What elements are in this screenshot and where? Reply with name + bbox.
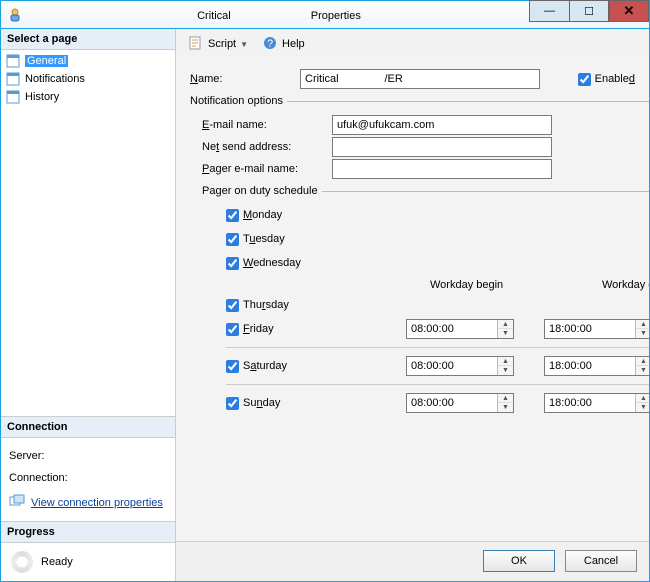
pager-input[interactable] [332,159,552,179]
progress-spinner-icon [11,551,33,573]
spinner-icon[interactable]: ▲▼ [635,357,649,375]
saturday-begin-time[interactable]: ▲▼ [406,356,514,376]
server-label: Server: [9,450,167,462]
page-icon [5,89,21,105]
nav-item-notifications[interactable]: Notifications [1,70,175,88]
enabled-checkbox-input[interactable] [578,73,591,86]
progress-status: Ready [41,556,73,568]
notification-options-group: Notification options E-mail name: Net se… [190,95,649,419]
minimize-button[interactable]: — [529,0,569,22]
connection-label: Connection: [9,472,167,484]
saturday-checkbox[interactable]: Saturday [226,360,406,373]
main-panel: Script ▼ ? Help Name: Enabled [176,29,649,581]
select-page-header: Select a page [1,29,175,50]
page-nav: General Notifications History [1,50,175,108]
properties-icon [9,494,25,511]
pager-schedule-legend: Pager on duty schedule [202,185,322,197]
dialog-window: CriticalProperties — ☐ ✕ Select a page G… [0,0,650,582]
time-headers: Workday begin Workday end [226,279,649,291]
friday-end-time[interactable]: ▲▼ [544,319,649,339]
window-buttons: — ☐ ✕ [529,1,649,28]
connection-panel: Server: Connection: View connection prop… [1,438,175,521]
tuesday-checkbox[interactable]: Tuesday [226,233,406,246]
name-label: Name: [190,73,300,85]
cancel-button[interactable]: Cancel [565,550,637,572]
netsend-input[interactable] [332,137,552,157]
email-label: E-mail name: [202,119,332,131]
sunday-end-time[interactable]: ▲▼ [544,393,649,413]
window-title: CriticalProperties [29,8,529,22]
thursday-checkbox[interactable]: Thursday [226,299,406,312]
spinner-icon[interactable]: ▲▼ [497,394,513,412]
app-icon [7,7,23,23]
pager-schedule-group: Pager on duty schedule Monday Tuesday We… [202,185,649,415]
spinner-icon[interactable]: ▲▼ [497,320,513,338]
maximize-button[interactable]: ☐ [569,0,609,22]
notification-options-legend: Notification options [190,95,287,107]
sunday-checkbox[interactable]: Sunday [226,397,406,410]
progress-panel: Ready [1,543,175,581]
spinner-icon[interactable]: ▲▼ [635,394,649,412]
pager-label: Pager e-mail name: [202,163,332,175]
help-icon: ? [262,35,278,54]
progress-header: Progress [1,521,175,543]
page-icon [5,71,21,87]
sidebar: Select a page General Notifications Hist… [1,29,176,581]
sunday-begin-time[interactable]: ▲▼ [406,393,514,413]
monday-checkbox[interactable]: Monday [226,209,406,222]
netsend-label: Net send address: [202,141,332,153]
ok-button[interactable]: OK [483,550,555,572]
nav-item-general[interactable]: General [1,52,175,70]
page-icon [5,53,21,69]
dialog-footer: OK Cancel [176,541,649,581]
close-button[interactable]: ✕ [609,0,649,22]
connection-header: Connection [1,416,175,438]
script-button[interactable]: Script ▼ [184,33,252,56]
saturday-end-time[interactable]: ▲▼ [544,356,649,376]
help-button[interactable]: ? Help [258,33,309,56]
spinner-icon[interactable]: ▲▼ [635,320,649,338]
wednesday-checkbox[interactable]: Wednesday [226,257,406,270]
toolbar: Script ▼ ? Help [176,29,649,59]
title-bar[interactable]: CriticalProperties — ☐ ✕ [1,1,649,29]
script-icon [188,35,204,54]
svg-text:?: ? [267,38,273,50]
dropdown-arrow-icon[interactable]: ▼ [240,40,248,49]
nav-item-history[interactable]: History [1,88,175,106]
name-input[interactable] [300,69,540,89]
enabled-checkbox[interactable]: Enabled [578,73,635,86]
view-connection-properties-link[interactable]: View connection properties [31,497,163,509]
friday-checkbox[interactable]: Friday [226,323,406,336]
spinner-icon[interactable]: ▲▼ [497,357,513,375]
friday-begin-time[interactable]: ▲▼ [406,319,514,339]
enabled-label: Enabled [595,73,635,85]
email-input[interactable] [332,115,552,135]
